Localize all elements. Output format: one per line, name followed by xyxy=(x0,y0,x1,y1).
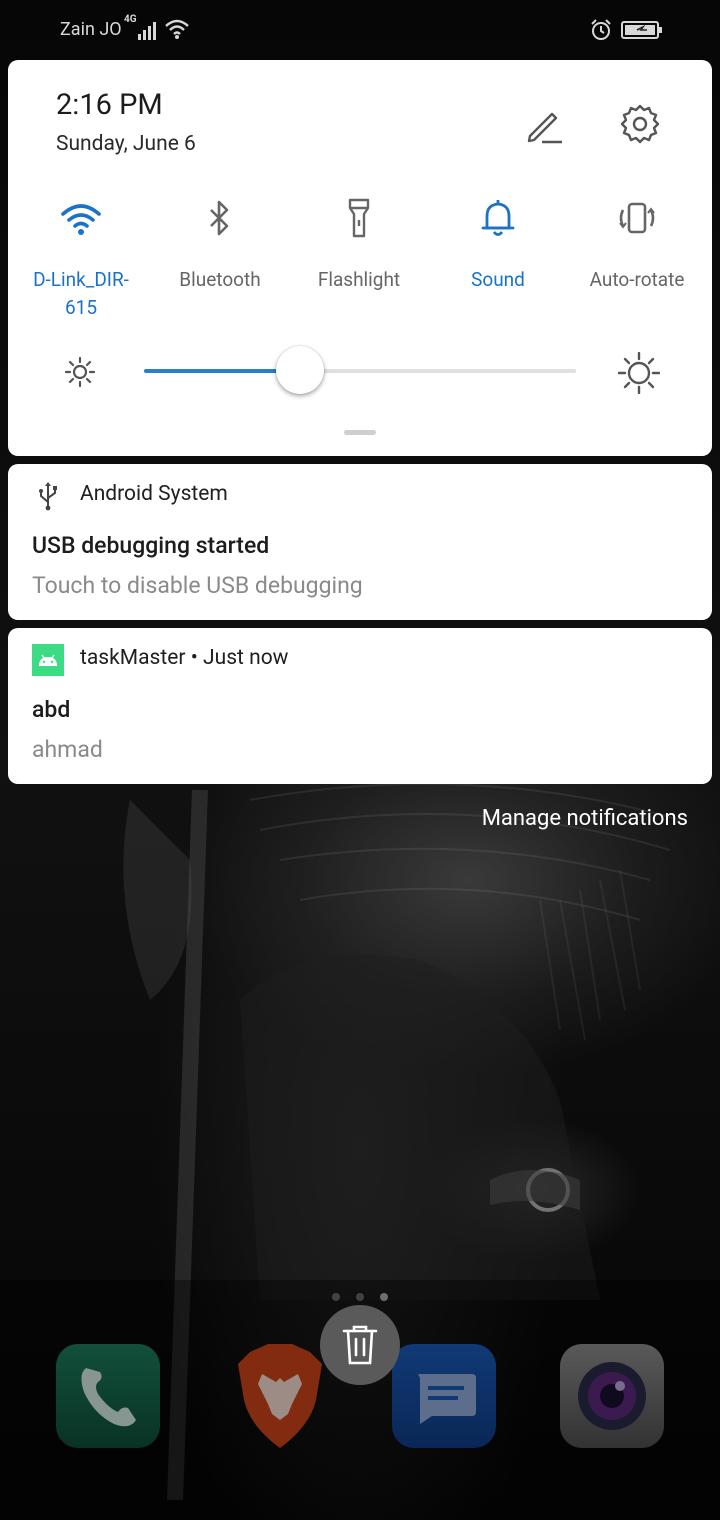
wifi-icon xyxy=(61,204,101,235)
android-icon xyxy=(32,644,64,676)
tile-auto-rotate-label: Auto-rotate xyxy=(589,268,685,291)
manage-notifications-button[interactable]: Manage notifications xyxy=(482,806,688,831)
brightness-low-icon xyxy=(64,356,96,388)
quick-settings-panel: 2:16 PM Sunday, June 6 D-Link_DIR- 615 Bl… xyxy=(8,60,712,456)
brightness-slider-thumb[interactable] xyxy=(275,346,324,394)
tile-bluetooth-label: Bluetooth xyxy=(179,268,261,291)
notification-text: Touch to disable USB debugging xyxy=(32,572,363,599)
wifi-status-icon xyxy=(165,19,189,39)
clock-date: Sunday, June 6 xyxy=(56,132,196,156)
lion-icon xyxy=(238,1344,322,1448)
network-type: 4G xyxy=(124,14,137,25)
trash-icon xyxy=(342,1325,378,1365)
message-icon xyxy=(418,1374,476,1424)
usb-icon xyxy=(39,482,57,511)
phone-app[interactable] xyxy=(56,1344,160,1448)
page-dot xyxy=(356,1293,364,1301)
tile-wifi-label: D-Link_DIR- 615 xyxy=(33,268,129,319)
notification-taskmaster[interactable]: taskMaster • Just now abd ahmad xyxy=(8,628,712,784)
camera-app[interactable] xyxy=(560,1344,664,1448)
panel-drag-handle[interactable] xyxy=(344,430,376,435)
carrier-name: Zain JO xyxy=(60,19,122,40)
bluetooth-icon xyxy=(210,200,229,236)
brightness-high-icon xyxy=(618,352,660,394)
notification-text: ahmad xyxy=(32,736,103,763)
notification-usb-debugging[interactable]: Android System USB debugging started Tou… xyxy=(8,464,712,620)
phone-icon xyxy=(81,1368,136,1427)
status-bar: Zain JO 4G xyxy=(0,0,720,60)
notification-title: USB debugging started xyxy=(32,532,270,559)
bell-icon xyxy=(481,200,515,236)
signal-icon xyxy=(138,22,156,40)
messages-app[interactable] xyxy=(392,1344,496,1448)
brave-app[interactable] xyxy=(232,1344,328,1450)
alarm-icon xyxy=(591,19,611,40)
notification-title: abd xyxy=(32,696,71,723)
battery-icon xyxy=(621,21,662,39)
brightness-slider[interactable] xyxy=(144,346,576,394)
tile-sound[interactable]: Sound xyxy=(429,196,567,294)
page-dot-current xyxy=(380,1293,388,1301)
tile-flashlight[interactable]: Flashlight xyxy=(290,196,428,294)
edit-pencil-icon[interactable] xyxy=(522,104,566,148)
notification-app-name: taskMaster • Just now xyxy=(80,646,289,670)
camera-icon xyxy=(578,1362,646,1430)
tile-sound-label: Sound xyxy=(471,268,525,291)
settings-gear-icon[interactable] xyxy=(618,102,662,146)
auto-rotate-icon xyxy=(619,202,655,234)
page-indicator xyxy=(330,1293,390,1305)
flashlight-icon xyxy=(348,198,370,238)
page-dot xyxy=(332,1293,340,1301)
tile-bluetooth[interactable]: Bluetooth xyxy=(151,196,289,294)
tile-flashlight-label: Flashlight xyxy=(317,268,401,291)
tile-wifi[interactable]: D-Link_DIR- 615 xyxy=(12,196,150,322)
notification-app-name: Android System xyxy=(80,482,228,506)
tile-auto-rotate[interactable]: Auto-rotate xyxy=(568,196,706,294)
clear-all-button[interactable] xyxy=(320,1305,400,1385)
clock-time: 2:16 PM xyxy=(56,88,163,122)
